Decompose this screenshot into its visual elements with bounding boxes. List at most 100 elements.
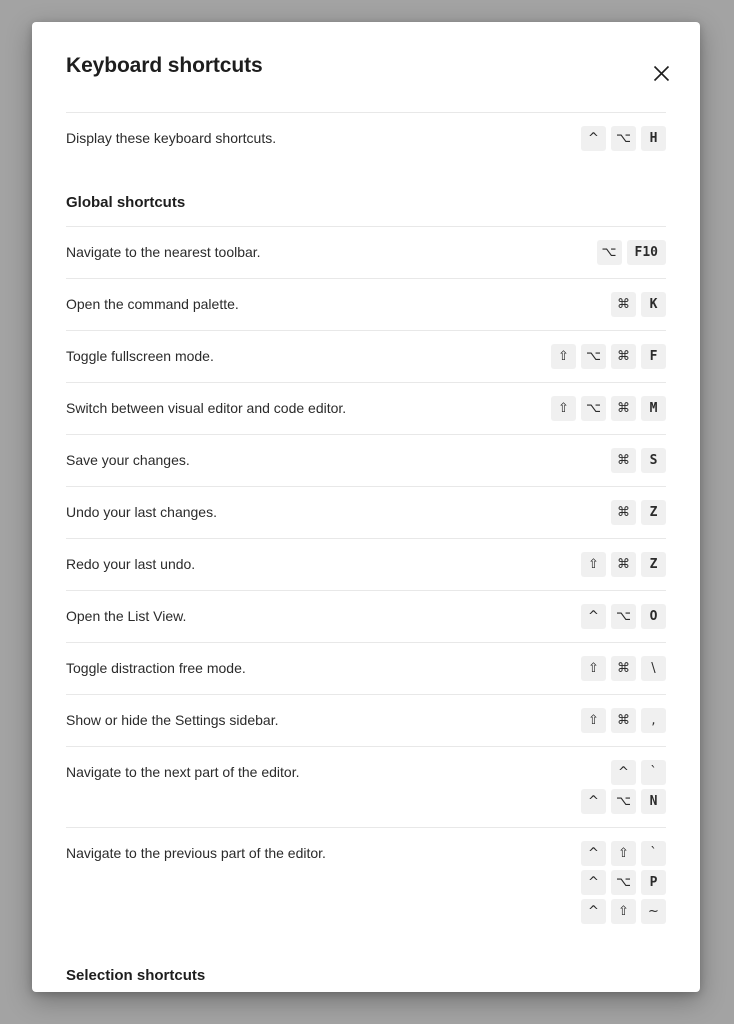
key-combination: ^ ⌥ N [581, 789, 666, 814]
key-combination: ^ ` [611, 760, 666, 785]
keycap: , [641, 708, 666, 733]
keycap: \ [641, 656, 666, 681]
key-combination: ^ ⌥ P [581, 870, 666, 895]
keycap: ⇧ [611, 899, 636, 924]
keycap: ⌥ [581, 396, 606, 421]
key-combination: ^ ⇧ ~ [581, 899, 666, 924]
shortcut-section-intro: Display these keyboard shortcuts. ^ ⌥ H [66, 112, 666, 164]
keycap: ⌥ [611, 604, 636, 629]
shortcut-combos: ⌘ Z [611, 500, 666, 525]
shortcut-combos: ⌘ K [611, 292, 666, 317]
keycap: ⌘ [611, 708, 636, 733]
keycap: ⌥ [611, 126, 636, 151]
keycap: ⌘ [611, 500, 636, 525]
shortcut-description: Navigate to the next part of the editor. [66, 764, 300, 780]
page-title: Keyboard shortcuts [66, 54, 263, 77]
key-combination: ^ ⇧ ` [581, 841, 666, 866]
keycap: ⌘ [611, 552, 636, 577]
shortcut-description: Display these keyboard shortcuts. [66, 130, 277, 146]
shortcut-description: Save your changes. [66, 452, 190, 468]
key-combination: ^ ⌥ H [581, 126, 666, 151]
keycap: ^ [611, 760, 636, 785]
key-combination: ⌘ S [611, 448, 666, 473]
keycap: F10 [626, 240, 666, 265]
shortcut-description: Open the List View. [66, 608, 187, 624]
key-combination: ⇧ ⌥ ⌘ M [551, 396, 666, 421]
shortcut-combos: ⌘ S [611, 448, 666, 473]
shortcut-combos: ⌥ F10 [596, 240, 666, 265]
keycap: K [641, 292, 666, 317]
keycap: ` [641, 841, 666, 866]
shortcut-row: Switch between visual editor and code ed… [66, 382, 666, 434]
shortcut-row: Redo your last undo. ⇧ ⌘ Z [66, 538, 666, 590]
shortcut-row: Show or hide the Settings sidebar. ⇧ ⌘, [66, 694, 666, 746]
shortcut-row: Toggle fullscreen mode. ⇧ ⌥ ⌘ F [66, 330, 666, 382]
keycap: ⇧ [581, 656, 606, 681]
dialog-content: Keyboard shortcuts Display these keyboar… [32, 22, 700, 992]
keycap: ^ [581, 841, 606, 866]
shortcut-combos: ^ ⌥ H [581, 126, 666, 151]
shortcut-combos: ⇧ ⌘ \ [581, 656, 666, 681]
keycap: ` [641, 760, 666, 785]
shortcut-row: Toggle distraction free mode. ⇧ ⌘ \ [66, 642, 666, 694]
shortcut-description: Show or hide the Settings sidebar. [66, 712, 279, 728]
keycap: ⌥ [581, 344, 606, 369]
shortcut-combos: ⇧ ⌘ Z [581, 552, 666, 577]
shortcut-description: Navigate to the previous part of the edi… [66, 845, 326, 861]
keycap: Z [641, 552, 666, 577]
keycap: ⌘ [611, 656, 636, 681]
keycap: F [641, 344, 666, 369]
shortcut-description: Toggle distraction free mode. [66, 660, 246, 676]
shortcut-row: Undo your last changes. ⌘ Z [66, 486, 666, 538]
keycap: ⇧ [551, 344, 576, 369]
shortcut-section-selection: Selection shortcutsSelect all text when … [66, 937, 666, 992]
dialog-header: Keyboard shortcuts [32, 22, 700, 112]
shortcut-row: Navigate to the next part of the editor.… [66, 746, 666, 827]
keycap: P [641, 870, 666, 895]
keycap: ⇧ [581, 708, 606, 733]
key-combination: ⌥ F10 [596, 240, 666, 265]
shortcut-description: Undo your last changes. [66, 504, 217, 520]
keycap: ⌘ [611, 292, 636, 317]
shortcuts-list: Display these keyboard shortcuts. ^ ⌥ H Glob… [32, 112, 700, 992]
keycap: ~ [641, 899, 666, 924]
keycap: ^ [581, 870, 606, 895]
keyboard-shortcuts-dialog: Keyboard shortcuts Display these keyboar… [32, 22, 700, 992]
shortcut-row: Navigate to the previous part of the edi… [66, 827, 666, 937]
section-heading: Global shortcuts [66, 194, 186, 211]
shortcut-description: Toggle fullscreen mode. [66, 348, 214, 364]
keycap: S [641, 448, 666, 473]
shortcut-description: Redo your last undo. [66, 556, 196, 572]
keycap: O [641, 604, 666, 629]
shortcut-combos: ^ ` ^ ⌥ N [581, 760, 666, 814]
keycap: ^ [581, 899, 606, 924]
shortcut-row: Display these keyboard shortcuts. ^ ⌥ H [66, 112, 666, 164]
key-combination: ⇧ ⌘ \ [581, 656, 666, 681]
shortcut-combos: ^ ⌥ O [581, 604, 666, 629]
shortcut-combos: ⇧ ⌘, [581, 708, 666, 733]
shortcut-combos: ⇧ ⌥ ⌘ F [551, 344, 666, 369]
key-combination: ⌘ Z [611, 500, 666, 525]
keycap: ^ [581, 789, 606, 814]
keycap: ⌘ [611, 344, 636, 369]
keycap: ^ [581, 126, 606, 151]
shortcut-row: Save your changes. ⌘ S [66, 434, 666, 486]
keycap: ⌘ [611, 396, 636, 421]
close-button[interactable] [648, 60, 674, 86]
key-combination: ⇧ ⌘, [581, 708, 666, 733]
key-combination: ⌘ K [611, 292, 666, 317]
shortcut-row: Navigate to the nearest toolbar. ⌥ F10 [66, 226, 666, 278]
keycap: N [641, 789, 666, 814]
shortcut-description: Switch between visual editor and code ed… [66, 400, 347, 416]
keycap: Z [641, 500, 666, 525]
shortcut-section-global: Global shortcuts Navigate to the nearest … [66, 164, 666, 937]
shortcut-row: Open the command palette. ⌘ K [66, 278, 666, 330]
keycap: ⇧ [611, 841, 636, 866]
keycap: H [641, 126, 666, 151]
keycap: ⌘ [611, 448, 636, 473]
key-combination: ⇧ ⌥ ⌘ F [551, 344, 666, 369]
shortcut-combos: ^ ⇧ ` ^ ⌥ P ^ ⇧ ~ [581, 841, 666, 924]
shortcut-description: Open the command palette. [66, 296, 239, 312]
keycap: ⇧ [581, 552, 606, 577]
keycap: ^ [581, 604, 606, 629]
